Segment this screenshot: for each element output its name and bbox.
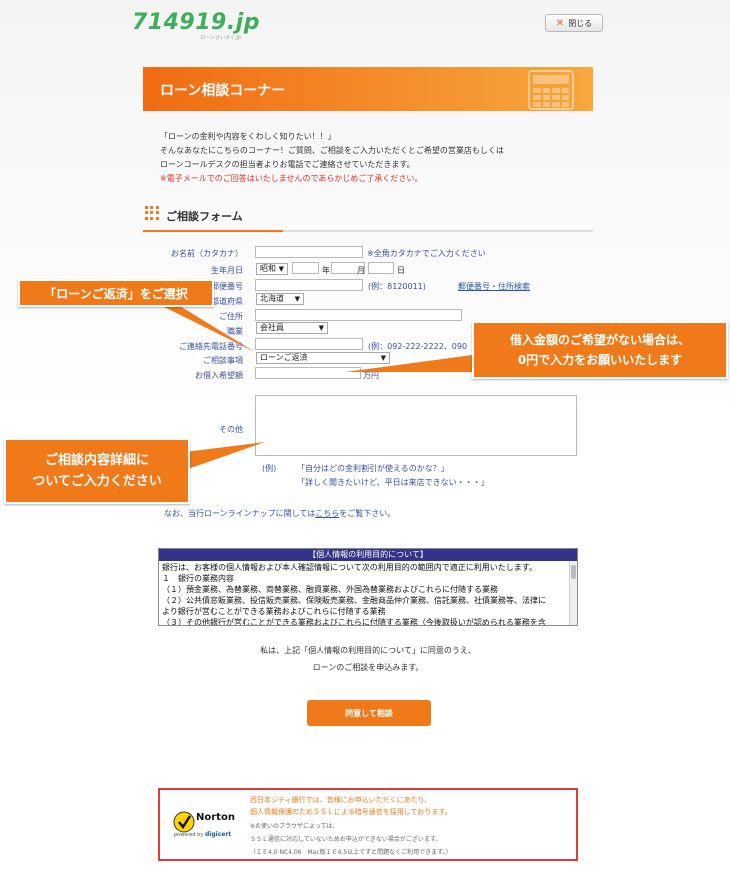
ssl-line: ※お使いのブラウザによっては、: [250, 823, 339, 830]
callout-amount-tip: 借入金額のご希望がない場合は、 0円で入力をお願いいたします: [472, 321, 728, 379]
privacy-line: （１）預金業務、為替業務、両替業務、融資業務、外国為替業務およびこれらに付随する…: [162, 585, 498, 594]
norton-brand: Norton: [196, 812, 235, 823]
ssl-line: 西日本シティ銀行では、皆様にお申込いただくにあたり、: [250, 796, 432, 804]
privacy-policy-box[interactable]: 【個人情報の利用目的について】 銀行は、お客様の個人情報および本人確認情報につい…: [158, 548, 578, 626]
ssl-line: ＳＳＬ通信に対応していないためお申込ができない場合がございます。: [250, 836, 442, 843]
norton-powered: powered by: [174, 832, 204, 838]
callout-detail-tip: ご相談内容詳細に ついてご入力ください: [4, 438, 190, 504]
callout-line: ご相談内容詳細に: [44, 453, 149, 468]
callout-line: 0円で入力をお願いいたします: [517, 353, 683, 367]
agree-text: 私は、上記「個人情報の利用目的について」に同意のうえ、 ローンのご相談を申込みま…: [158, 642, 578, 676]
detail-tip-arrow: [185, 442, 265, 470]
privacy-line: １ 銀行の業務内容: [162, 574, 234, 583]
callout-line: ついてご入力ください: [32, 474, 162, 489]
amount-tip-arrow: [345, 354, 480, 372]
agree-line: ローンのご相談を申込みます。: [312, 663, 424, 672]
ssl-line: 個人情報保護のためＳＳＬによる暗号通信を採用しております。: [250, 808, 452, 816]
norton-seal-icon: [173, 811, 195, 833]
select-tip-arrow: [150, 300, 255, 352]
privacy-line: （３）その他銀行が営むことができる業務およびこれらに付随する業務（今後取扱いが認…: [162, 618, 546, 626]
callout-select-tip: 「ローンご返済」をご選択: [18, 279, 214, 307]
norton-powered-brand: digicert: [205, 831, 232, 838]
callout-line: 借入金額のご希望がない場合は、: [509, 333, 690, 347]
agree-line: 私は、上記「個人情報の利用目的について」に同意のうえ、: [260, 646, 476, 655]
privacy-scroll-thumb[interactable]: [571, 565, 576, 579]
privacy-line: より銀行が営むことができる業務およびこれらに付随する業務: [162, 607, 386, 616]
privacy-text: 銀行は、お客様の個人情報および本人確認情報について次の利用目的の範囲内で適正に利…: [159, 561, 567, 626]
privacy-heading: 【個人情報の利用目的について】: [159, 549, 577, 561]
privacy-line: （２）公共債窓販業務、投信販売業務、保険販売業務、金融商品仲介業務、信託業務、社…: [162, 596, 546, 605]
ssl-line: （ＩＥ4.0 NC4.06 Mac版ＩＥ4.5以上ですと問題なくご利用できます。…: [250, 849, 452, 856]
privacy-line: 銀行は、お客様の個人情報および本人確認情報について次の利用目的の範囲内で適正に利…: [162, 563, 537, 572]
agree-submit-button[interactable]: 同意して相談: [307, 700, 431, 726]
